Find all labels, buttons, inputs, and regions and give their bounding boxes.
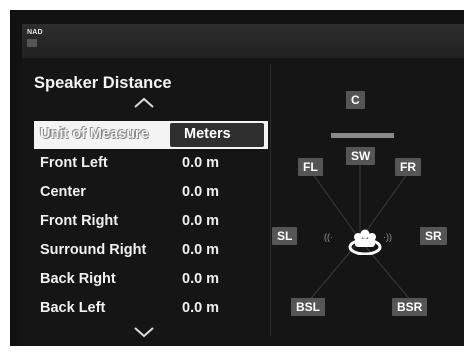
speaker-surround-right: SR <box>420 227 447 245</box>
listener-icon <box>348 229 382 255</box>
speaker-surround-left: SL <box>272 227 298 245</box>
speaker-layout-lines <box>307 164 413 303</box>
screen: NAD Speaker Distance Unit of Measure Met… <box>10 10 464 346</box>
speaker-subwoofer: SW <box>346 147 376 165</box>
speaker-front-left: FL <box>298 158 323 176</box>
speaker-back-left: BSL <box>291 298 325 316</box>
sound-wave-icon: ·)) <box>383 232 392 242</box>
sound-wave-icon: ((· <box>324 232 333 242</box>
speaker-center: C <box>346 91 365 109</box>
display-screen <box>331 133 394 138</box>
speaker-back-right: BSR <box>392 298 428 316</box>
speaker-front-right: FR <box>395 158 421 176</box>
